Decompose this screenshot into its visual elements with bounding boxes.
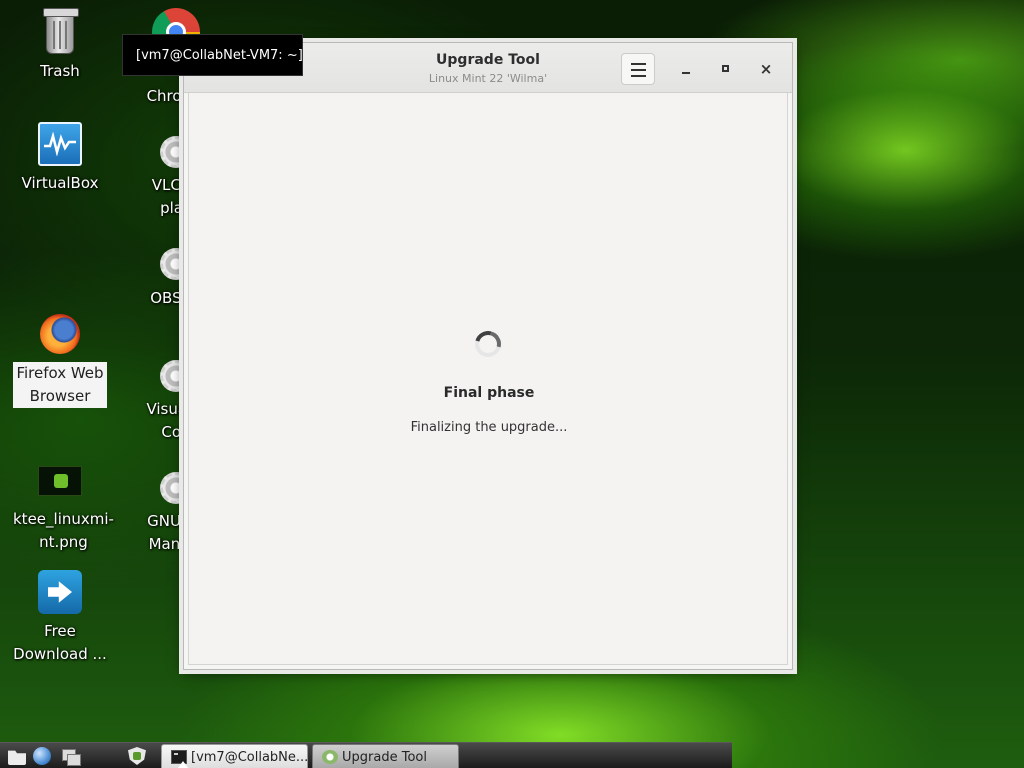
upgrade-progress-pane: Final phase Finalizing the upgrade... [188, 93, 788, 665]
show-desktop-icon[interactable] [8, 750, 26, 765]
desktop-icon-virtualbox[interactable]: VirtualBox [10, 120, 110, 195]
free-download-manager-icon [36, 568, 84, 616]
window-switcher-icon[interactable] [62, 747, 81, 766]
desktop-icon-firefox[interactable]: Firefox Web Browser [10, 310, 110, 408]
close-button[interactable]: × [752, 55, 780, 83]
minimize-button[interactable] [672, 55, 700, 83]
hamburger-menu-button[interactable] [621, 53, 655, 85]
phase-title: Final phase [443, 385, 535, 401]
desktop-icon-free-download-manager[interactable]: Free Download ... [10, 568, 110, 666]
loading-spinner-icon [470, 326, 506, 362]
hamburger-icon [631, 63, 646, 65]
trash-icon [36, 8, 84, 56]
desktop-icon-label: Trash [40, 62, 80, 80]
phase-message: Finalizing the upgrade... [410, 420, 568, 435]
terminal-tooltip: [vm7@CollabNet-VM7: ~] [122, 34, 303, 76]
window-subtitle: Linux Mint 22 'Wilma' [428, 72, 548, 85]
maximize-button[interactable] [712, 55, 740, 83]
window-title: Upgrade Tool [436, 52, 540, 68]
desktop-icon-label: ktee_linuxmi- nt.png [13, 510, 114, 551]
desktop-icon-label: Firefox Web Browser [13, 362, 107, 408]
web-browser-launcher-icon[interactable] [33, 747, 51, 765]
taskbar-item-label: [vm7@CollabNe... [191, 750, 308, 765]
desktop-icon-label: VirtualBox [21, 174, 99, 192]
upgrade-tool-window: Upgrade Tool Linux Mint 22 'Wilma' × Fin… [183, 42, 793, 670]
desktop-icon-ktee-png[interactable]: ktee_linuxmi- nt.png [10, 456, 114, 554]
virtualbox-icon [36, 120, 84, 168]
image-file-icon [36, 456, 84, 504]
firefox-icon [36, 310, 84, 358]
taskbar: [vm7@CollabNe... Upgrade Tool [0, 742, 732, 768]
mouse-cursor [178, 761, 188, 768]
taskbar-item-upgrade-tool[interactable]: Upgrade Tool [312, 744, 459, 768]
desktop-icon-trash[interactable]: Trash [10, 8, 110, 83]
desktop-icon-label: Free Download ... [13, 622, 107, 663]
upgrade-tool-icon [322, 750, 338, 764]
taskbar-item-label: Upgrade Tool [342, 750, 427, 765]
update-manager-shield-icon[interactable] [128, 747, 146, 765]
